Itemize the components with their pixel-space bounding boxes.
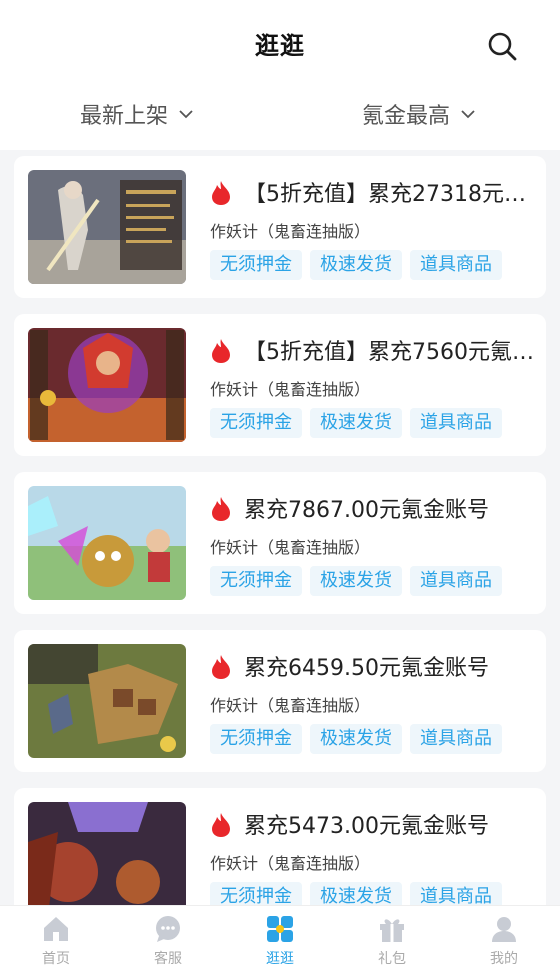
tag-item-goods: 道具商品 xyxy=(410,250,502,280)
tag-fast-delivery: 极速发货 xyxy=(310,250,402,280)
listing-title: 累充5473.00元氪金账号 xyxy=(244,814,489,839)
tab-label: 逛逛 xyxy=(266,951,294,967)
fire-icon xyxy=(212,339,230,363)
game-name: 作妖计（鬼畜连抽版） xyxy=(210,380,371,399)
listing-card[interactable]: 累充6459.50元氪金账号 作妖计（鬼畜连抽版） 无须押金 极速发货 道具商品 xyxy=(14,630,546,772)
fire-icon xyxy=(212,813,230,837)
tag-no-deposit: 无须押金 xyxy=(210,408,302,438)
tag-list: 无须押金 极速发货 道具商品 xyxy=(210,408,502,438)
tag-no-deposit: 无须押金 xyxy=(210,250,302,280)
tab-browse[interactable]: 逛逛 xyxy=(224,906,336,976)
game-name: 作妖计（鬼畜连抽版） xyxy=(210,538,371,557)
top-header: 逛逛 最新上架 氪金最高 xyxy=(0,0,560,150)
tab-gifts[interactable]: 礼包 xyxy=(336,906,448,976)
gift-icon xyxy=(380,919,404,942)
filter-label: 氪金最高 xyxy=(362,104,451,129)
listing-title: 【5折充值】累充7560元氪金账号 xyxy=(244,340,534,365)
tag-item-goods: 道具商品 xyxy=(410,408,502,438)
listing-card[interactable]: 【5折充值】累充27318元氪金账号 作妖计（鬼畜连抽版） 无须押金 极速发货 … xyxy=(14,156,546,298)
search-icon[interactable] xyxy=(486,30,518,62)
listing-title: 累充7867.00元氪金账号 xyxy=(244,498,489,523)
person-icon xyxy=(492,917,516,942)
filter-label: 最新上架 xyxy=(80,104,169,129)
game-screenshot-thumbnail xyxy=(28,328,186,442)
tab-label: 礼包 xyxy=(378,951,406,967)
chat-icon xyxy=(156,916,180,942)
game-screenshot-thumbnail xyxy=(28,486,186,600)
listing-title: 【5折充值】累充27318元氪金账号 xyxy=(244,182,534,207)
tab-label: 我的 xyxy=(490,951,518,967)
home-icon xyxy=(44,917,68,941)
tag-list: 无须押金 极速发货 道具商品 xyxy=(210,566,502,596)
chevron-down-icon xyxy=(461,110,475,119)
game-screenshot-thumbnail xyxy=(28,644,186,758)
listing-card[interactable]: 【5折充值】累充7560元氪金账号 作妖计（鬼畜连抽版） 无须押金 极速发货 道… xyxy=(14,314,546,456)
tag-list: 无须押金 极速发货 道具商品 xyxy=(210,724,502,754)
tag-item-goods: 道具商品 xyxy=(410,882,502,905)
listing-list[interactable]: 【5折充值】累充27318元氪金账号 作妖计（鬼畜连抽版） 无须押金 极速发货 … xyxy=(0,150,560,905)
fire-icon xyxy=(212,655,230,679)
tab-label: 客服 xyxy=(154,951,182,967)
tag-fast-delivery: 极速发货 xyxy=(310,566,402,596)
tag-item-goods: 道具商品 xyxy=(410,566,502,596)
fire-icon xyxy=(212,497,230,521)
bottom-tab-bar: 首页 客服 逛逛 礼包 我的 xyxy=(0,905,560,976)
tag-item-goods: 道具商品 xyxy=(410,724,502,754)
listing-title: 累充6459.50元氪金账号 xyxy=(244,656,489,681)
tag-list: 无须押金 极速发货 道具商品 xyxy=(210,882,502,905)
tab-label: 首页 xyxy=(42,951,70,967)
game-name: 作妖计（鬼畜连抽版） xyxy=(210,222,371,241)
tag-no-deposit: 无须押金 xyxy=(210,882,302,905)
chevron-down-icon xyxy=(179,110,193,119)
tab-profile[interactable]: 我的 xyxy=(448,906,560,976)
game-name: 作妖计（鬼畜连抽版） xyxy=(210,696,371,715)
listing-card[interactable]: 累充7867.00元氪金账号 作妖计（鬼畜连抽版） 无须押金 极速发货 道具商品 xyxy=(14,472,546,614)
page-title: 逛逛 xyxy=(255,32,305,60)
tab-home[interactable]: 首页 xyxy=(0,906,112,976)
listing-card[interactable]: 累充5473.00元氪金账号 作妖计（鬼畜连抽版） 无须押金 极速发货 道具商品 xyxy=(14,788,546,905)
tag-no-deposit: 无须押金 xyxy=(210,566,302,596)
fire-icon xyxy=(212,181,230,205)
tag-fast-delivery: 极速发货 xyxy=(310,724,402,754)
game-screenshot-thumbnail xyxy=(28,802,186,905)
game-screenshot-thumbnail xyxy=(28,170,186,284)
tab-customer-service[interactable]: 客服 xyxy=(112,906,224,976)
sort-filter-newest[interactable]: 最新上架 xyxy=(80,96,194,132)
tag-fast-delivery: 极速发货 xyxy=(310,408,402,438)
grid-icon xyxy=(267,916,293,942)
tag-fast-delivery: 极速发货 xyxy=(310,882,402,905)
sort-filter-top-spend[interactable]: 氪金最高 xyxy=(362,96,476,132)
tag-no-deposit: 无须押金 xyxy=(210,724,302,754)
game-name: 作妖计（鬼畜连抽版） xyxy=(210,854,371,873)
tag-list: 无须押金 极速发货 道具商品 xyxy=(210,250,502,280)
